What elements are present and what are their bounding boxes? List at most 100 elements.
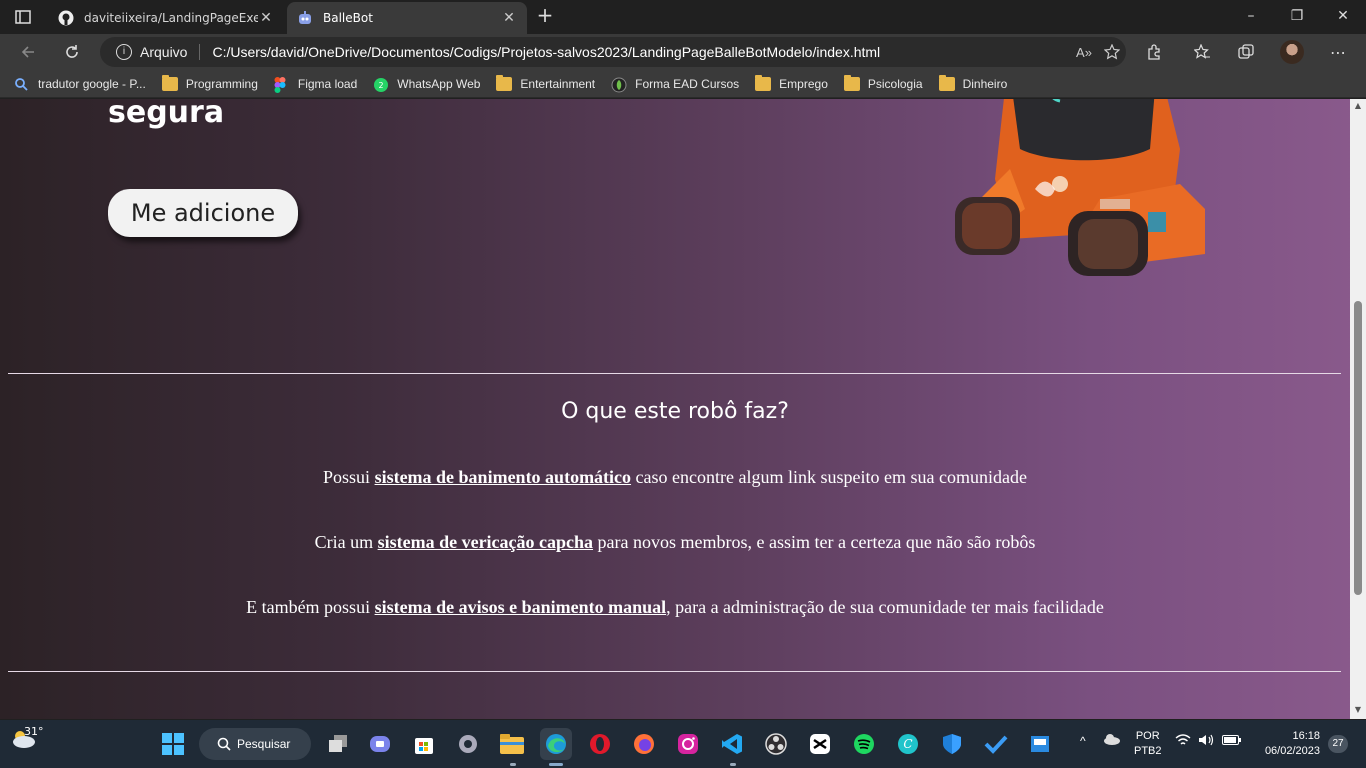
favorites-icon[interactable] [1188, 38, 1216, 66]
firefox-icon[interactable] [628, 728, 660, 760]
bookmark-tradutor[interactable]: tradutor google - P... [14, 77, 146, 91]
tab-actions-icon[interactable] [8, 6, 38, 28]
obs-icon[interactable] [760, 728, 792, 760]
maximize-button[interactable]: ❐ [1274, 0, 1320, 32]
page-scrollbar[interactable]: ▲ ▼ [1350, 99, 1366, 719]
leaf-icon [611, 77, 627, 92]
volume-icon[interactable] [1198, 734, 1214, 749]
instagram-icon[interactable] [672, 728, 704, 760]
figma-icon [274, 76, 290, 93]
add-me-button[interactable]: Me adicione [108, 189, 298, 237]
opera-icon[interactable] [584, 728, 616, 760]
scrollbar-thumb[interactable] [1354, 301, 1362, 595]
teams-chat-icon[interactable] [364, 728, 396, 760]
feature-3: E também possui sistema de avisos e bani… [246, 597, 1104, 617]
scheme-label: Arquivo [140, 44, 188, 60]
taskbar: 31° Pesquisar C ^ POR PTB2 16:18 06/02/2… [0, 720, 1366, 768]
search-icon [217, 737, 231, 751]
feature-1-highlight: sistema de banimento automático [374, 467, 632, 487]
scroll-down-icon[interactable]: ▼ [1353, 705, 1363, 715]
hero-heading: segura [108, 99, 225, 130]
language-indicator[interactable]: POR PTB2 [1134, 729, 1162, 759]
capcut-icon[interactable] [804, 728, 836, 760]
minimize-button[interactable]: – [1228, 0, 1274, 32]
spotify-icon[interactable] [848, 728, 880, 760]
tab-close-icon[interactable]: ✕ [501, 10, 517, 26]
new-tab-button[interactable]: + [533, 4, 557, 28]
file-explorer-icon[interactable] [496, 728, 528, 760]
url-text[interactable]: C:/Users/david/OneDrive/Documentos/Codig… [212, 44, 1070, 60]
tab-close-icon[interactable]: ✕ [258, 10, 274, 26]
taskbar-search[interactable]: Pesquisar [199, 728, 311, 760]
vscode-running-indicator [730, 763, 736, 766]
feature-3-highlight: sistema de avisos e banimento manual [374, 597, 667, 617]
bookmark-figma[interactable]: Figma load [274, 76, 357, 93]
canva-icon[interactable]: C [892, 728, 924, 760]
folder-icon [161, 74, 178, 91]
page-content: segura Me adicione O que este robô faz? … [0, 99, 1366, 719]
divider-bottom [8, 671, 1341, 672]
bookmarks-bar: tradutor google - P... Programming Figma… [0, 70, 1366, 98]
extensions-icon[interactable] [1140, 38, 1168, 66]
microsoft-store-icon[interactable] [408, 728, 440, 760]
robot-favicon-icon [297, 10, 313, 26]
tab-title: BalleBot [323, 11, 373, 25]
add-favorite-icon[interactable] [1098, 38, 1126, 66]
tab-strip: daviteiixeira/LandingPageExercise ✕ Ball… [0, 0, 1366, 34]
profile-avatar[interactable] [1280, 40, 1304, 64]
info-icon[interactable]: i [116, 44, 132, 60]
edge-active-indicator [549, 763, 563, 766]
address-bar[interactable]: i Arquivo C:/Users/david/OneDrive/Docume… [100, 37, 1126, 67]
edge-icon[interactable] [540, 728, 572, 760]
scroll-up-icon[interactable]: ▲ [1353, 101, 1363, 111]
bookmark-programming[interactable]: Programming [161, 74, 258, 91]
folder-icon [843, 74, 860, 91]
divider-top [8, 373, 1341, 374]
read-aloud-icon[interactable]: A» [1070, 38, 1098, 66]
bookmark-forma-ead[interactable]: Forma EAD Cursos [611, 77, 739, 92]
svg-text:C: C [903, 737, 912, 751]
onedrive-icon[interactable] [1102, 733, 1120, 748]
section-title: O que este robô faz? [561, 399, 789, 424]
feature-2: Cria um sistema de vericação capcha para… [314, 532, 1036, 552]
clock[interactable]: 16:18 06/02/2023 [1254, 729, 1320, 759]
browser-toolbar: i Arquivo C:/Users/david/OneDrive/Docume… [0, 34, 1366, 70]
robot-image [955, 99, 1205, 276]
task-view-icon[interactable] [322, 728, 354, 760]
close-window-button[interactable]: ✕ [1320, 0, 1366, 32]
address-separator [199, 44, 201, 60]
back-icon[interactable] [14, 38, 42, 66]
show-hidden-icons-icon[interactable]: ^ [1080, 734, 1086, 748]
news-app-icon[interactable] [1024, 728, 1056, 760]
vscode-icon[interactable] [716, 728, 748, 760]
tab-github[interactable]: daviteiixeira/LandingPageExercise ✕ [48, 2, 284, 34]
svg-text:2: 2 [379, 81, 384, 90]
collections-icon[interactable] [1232, 38, 1260, 66]
bookmark-psicologia[interactable]: Psicologia [843, 74, 923, 91]
defender-icon[interactable] [936, 728, 968, 760]
search-icon [14, 77, 30, 91]
settings-icon[interactable] [452, 728, 484, 760]
more-menu-icon[interactable]: ⋯ [1324, 38, 1352, 66]
explorer-running-indicator [510, 763, 516, 766]
refresh-icon[interactable] [58, 38, 86, 66]
folder-icon [496, 74, 513, 91]
folder-icon [938, 74, 955, 91]
feature-2-highlight: sistema de vericação capcha [377, 532, 594, 552]
bookmark-dinheiro[interactable]: Dinheiro [938, 74, 1007, 91]
tab-ballebot[interactable]: BalleBot ✕ [287, 2, 527, 34]
bookmark-whatsapp[interactable]: 2 WhatsApp Web [373, 77, 480, 92]
weather-widget[interactable]: 31° [10, 725, 44, 750]
folder-icon [755, 74, 772, 91]
notifications-badge[interactable]: 27 [1328, 735, 1348, 753]
todo-icon[interactable] [980, 728, 1012, 760]
wifi-icon[interactable] [1175, 734, 1191, 749]
bookmark-entertainment[interactable]: Entertainment [496, 74, 595, 91]
bookmark-emprego[interactable]: Emprego [755, 74, 828, 91]
whatsapp-icon: 2 [373, 77, 389, 92]
tab-title: daviteiixeira/LandingPageExercise [84, 11, 258, 25]
battery-icon[interactable] [1222, 735, 1242, 748]
start-icon[interactable] [157, 728, 189, 760]
github-icon [58, 10, 74, 26]
feature-1: Possui sistema de banimento automático c… [323, 467, 1027, 487]
